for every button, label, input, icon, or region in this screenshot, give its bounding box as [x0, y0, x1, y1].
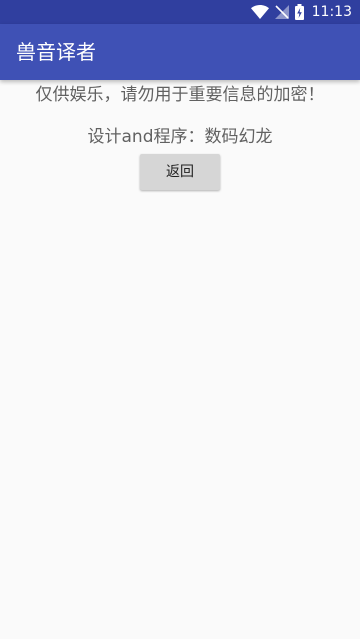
app-bar: 兽音译者	[0, 24, 360, 80]
status-bar: 11:13	[0, 0, 360, 24]
credit-text: 设计and程序：数码幻龙	[87, 127, 273, 147]
wifi-icon	[250, 5, 269, 19]
app-title: 兽音译者	[16, 40, 96, 64]
battery-charging-icon	[294, 4, 304, 20]
status-time: 11:13	[311, 4, 352, 20]
main-content: 仅供娱乐，请勿用于重要信息的加密！ 设计and程序：数码幻龙 返回	[0, 80, 360, 190]
notice-text: 仅供娱乐，请勿用于重要信息的加密！	[35, 85, 325, 105]
button-container: 返回	[0, 154, 360, 190]
no-signal-icon	[274, 5, 289, 19]
status-icons: 11:13	[250, 0, 352, 24]
back-button[interactable]: 返回	[140, 154, 220, 190]
